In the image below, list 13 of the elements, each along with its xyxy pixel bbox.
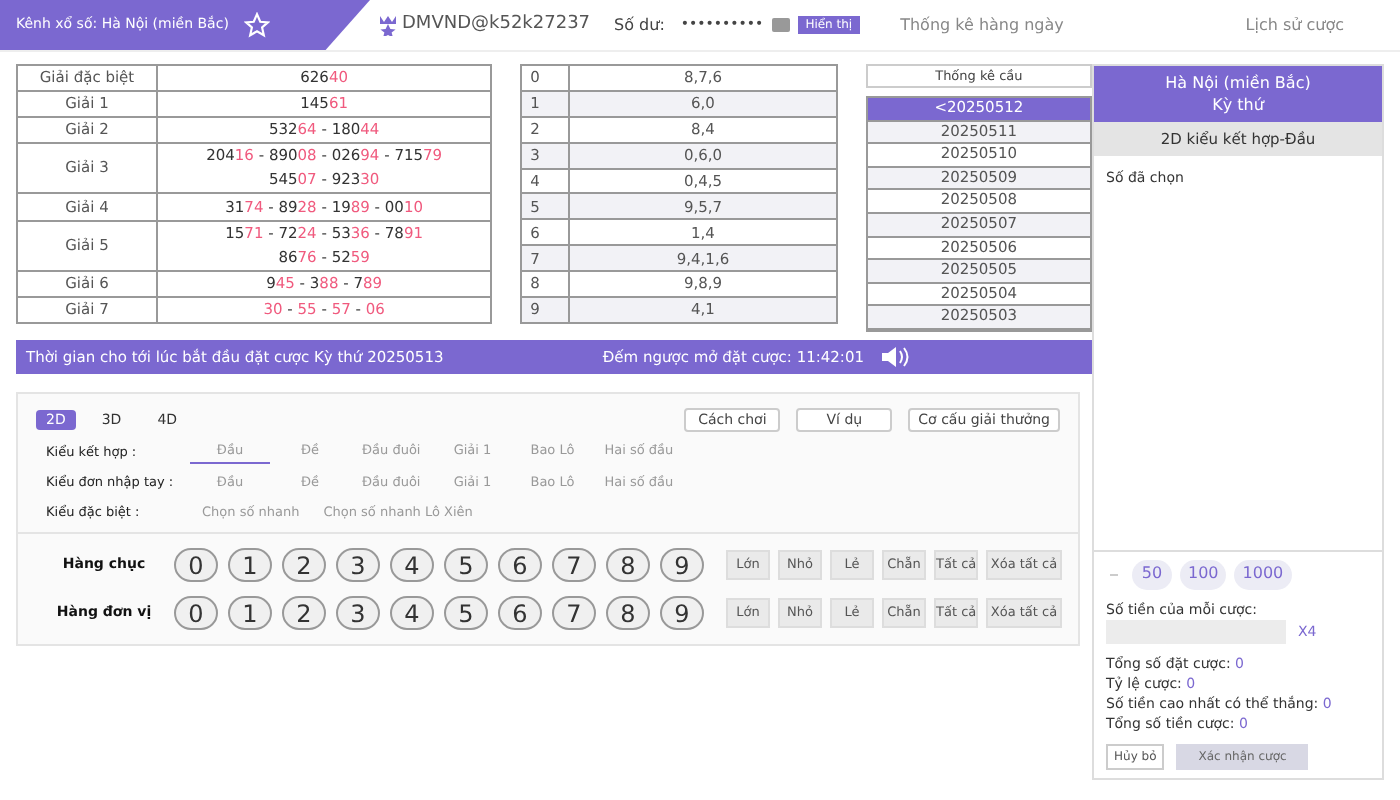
crown-icon [378,14,398,36]
dropdown-icon[interactable] [771,18,790,32]
username: DMVND@k52k27237 [402,11,591,38]
slip-subtitle: Kỳ thứ [1210,94,1267,116]
amount-chip[interactable]: 100 [1180,559,1227,589]
daily-stats-link[interactable]: Thống kê hàng ngày [900,13,1064,37]
bet-history-link[interactable]: Lịch sử cược [1245,13,1344,37]
slip-title: Hà Nội (miền Bắc) [1163,72,1313,94]
star-icon[interactable] [244,12,271,38]
amount-chip[interactable]: 1000 [1234,559,1292,589]
speaker-icon[interactable] [880,346,912,368]
amount-chip[interactable]: 50 [1132,559,1172,589]
balance-label: Số dư: [614,13,665,37]
